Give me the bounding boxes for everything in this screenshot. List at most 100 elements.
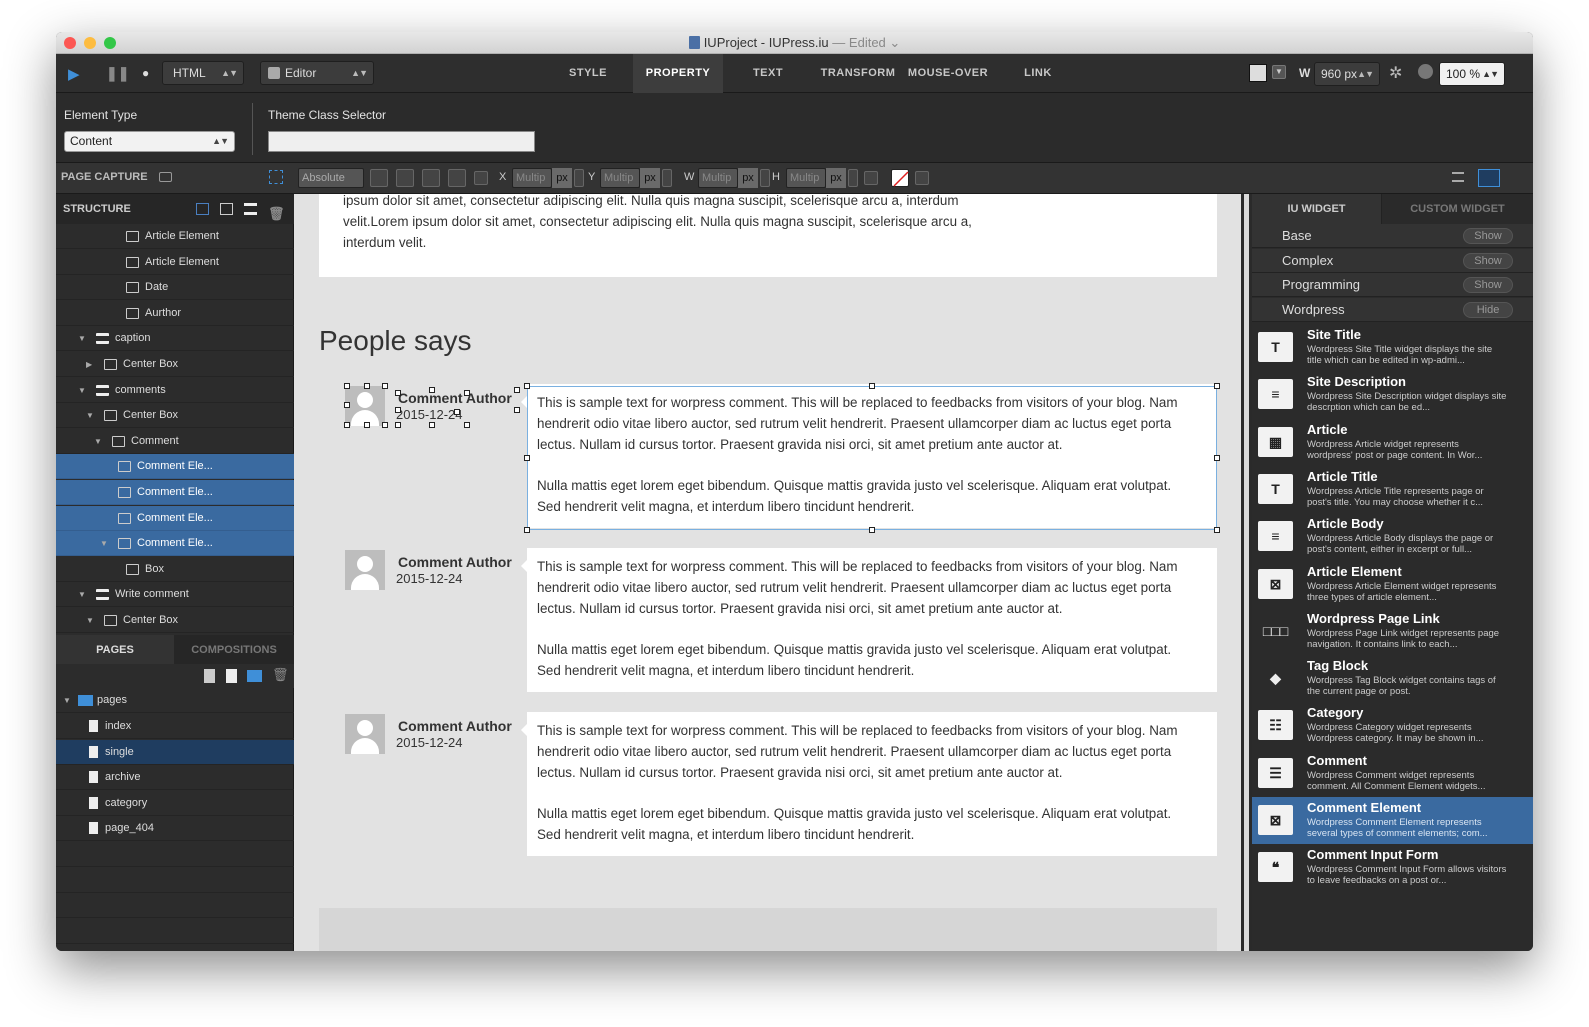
comment-body-box[interactable]: This is sample text for worpress comment… <box>521 548 1217 692</box>
resize-handle[interactable] <box>364 383 370 389</box>
disclosure-triangle-icon[interactable]: ▼ <box>100 531 108 556</box>
y-stepper[interactable] <box>662 169 672 187</box>
frame-icon[interactable] <box>370 169 388 187</box>
structure-item[interactable]: ▶ Center Box <box>56 352 294 377</box>
chevron-down-icon[interactable] <box>915 171 929 185</box>
select-tool-icon[interactable] <box>269 170 283 184</box>
structure-item[interactable]: Aurthor <box>56 301 294 326</box>
resize-handle[interactable] <box>395 422 401 428</box>
widget-item[interactable]: ▦ Article Wordpress Article widget represe… <box>1252 419 1533 466</box>
page-item[interactable]: single <box>56 739 294 765</box>
resize-handle[interactable] <box>344 402 350 408</box>
new-page-icon[interactable] <box>204 669 215 683</box>
resize-handle[interactable] <box>429 387 435 393</box>
trash-icon[interactable]: 🗑 <box>272 667 289 683</box>
structure-item[interactable]: Article Element <box>56 250 294 275</box>
structure-item[interactable]: Box <box>56 557 294 582</box>
comment-author[interactable]: Comment Author <box>398 390 512 406</box>
align-left-icon[interactable] <box>448 169 466 187</box>
structure-item[interactable]: ▼ Center Box <box>56 403 294 429</box>
align-center-icon[interactable] <box>396 169 414 187</box>
resize-handle[interactable] <box>514 407 520 413</box>
structure-item[interactable]: Date <box>56 275 294 301</box>
resize-handle[interactable] <box>364 422 370 428</box>
disclosure-triangle-icon[interactable]: ▶ <box>86 352 92 377</box>
y-unit[interactable]: px <box>640 168 660 188</box>
disclosure-triangle-icon[interactable]: ▼ <box>94 429 102 454</box>
tab-text[interactable]: TEXT <box>723 54 813 93</box>
resize-handle[interactable] <box>344 422 350 428</box>
play-icon[interactable]: ▶ <box>68 65 80 83</box>
scrollbar[interactable] <box>1241 194 1252 951</box>
structure-item[interactable]: Comment Ele... <box>56 454 294 480</box>
widget-category[interactable]: Base Show <box>1252 224 1533 248</box>
resize-handle[interactable] <box>395 390 401 396</box>
widget-category[interactable]: Programming Show <box>1252 273 1533 298</box>
tab-transform[interactable]: TRANSFORM <box>813 54 903 93</box>
widget-item[interactable]: ≡ Site Description Wordpress Site Descript… <box>1252 371 1533 418</box>
tab-link[interactable]: LINK <box>993 54 1083 93</box>
tab-property[interactable]: PROPERTY <box>633 54 723 93</box>
widget-item[interactable]: ≡ Article Body Wordpress Article Body disp… <box>1252 513 1533 560</box>
resize-handle[interactable] <box>869 383 875 389</box>
camera-icon[interactable] <box>159 172 172 182</box>
page-item[interactable]: category <box>56 791 294 816</box>
disclosure-triangle-icon[interactable]: ▼ <box>78 378 86 403</box>
list-view-icon[interactable] <box>1452 172 1464 182</box>
widget-item[interactable]: ☰ Comment Wordpress Comment widget represe… <box>1252 750 1533 797</box>
no-fill-icon[interactable] <box>891 169 909 187</box>
pages-folder[interactable]: ▼ pages <box>56 688 294 713</box>
chevron-down-icon[interactable] <box>474 171 488 185</box>
theme-class-input[interactable] <box>268 131 535 152</box>
design-canvas[interactable]: ipsum dolor sit amet, consectetur adipis… <box>294 194 1241 951</box>
widget-item[interactable]: ◆ Tag Block Wordpress Tag Block widget con… <box>1252 655 1533 702</box>
widget-item[interactable]: T Site Title Wordpress Site Title widget d… <box>1252 324 1533 371</box>
x-input[interactable]: Multip <box>512 168 552 188</box>
structure-item[interactable]: ▼ caption <box>56 326 294 352</box>
tab-custom-widget[interactable]: CUSTOM WIDGET <box>1382 194 1533 224</box>
resize-handle[interactable] <box>869 527 875 533</box>
layout-icon[interactable] <box>196 203 209 215</box>
category-toggle-button[interactable]: Show <box>1463 228 1513 244</box>
tab-style[interactable]: STYLE <box>543 54 633 93</box>
structure-item[interactable]: ▼ Comment <box>56 429 294 454</box>
w-stepper[interactable] <box>760 169 770 187</box>
w-input[interactable]: Multip <box>698 168 738 188</box>
write-comment-box[interactable] <box>319 908 1217 951</box>
x-stepper[interactable] <box>574 169 584 187</box>
structure-item[interactable]: ▼ Center Box <box>56 608 294 633</box>
edited-status[interactable]: — Edited ⌄ <box>832 35 900 50</box>
comment-date[interactable]: 2015-12-24 <box>396 735 463 750</box>
device-icon[interactable] <box>1249 64 1267 82</box>
structure-item[interactable]: ▼ comments <box>56 378 294 403</box>
resize-handle[interactable] <box>382 422 388 428</box>
comment-author[interactable]: Comment Author <box>398 718 512 734</box>
chevron-down-icon[interactable] <box>864 171 878 185</box>
resize-handle[interactable] <box>464 390 470 396</box>
avatar[interactable] <box>345 550 385 590</box>
mode-select[interactable]: Editor ▲▼ <box>260 61 374 85</box>
disclosure-triangle-icon[interactable]: ▼ <box>63 688 71 713</box>
h-stepper[interactable] <box>848 169 858 187</box>
rows-icon[interactable] <box>244 203 257 215</box>
h-input[interactable]: Multip <box>786 168 826 188</box>
structure-item[interactable]: Article Element <box>56 224 294 249</box>
resize-handle[interactable] <box>1214 527 1220 533</box>
position-mode-select[interactable]: Absolute <box>298 168 364 188</box>
disclosure-triangle-icon[interactable]: ▼ <box>86 608 94 633</box>
resize-handle[interactable] <box>1214 383 1220 389</box>
x-unit[interactable]: px <box>552 168 572 188</box>
panel-toggle-icon[interactable] <box>1478 169 1500 187</box>
structure-item[interactable]: ▼ Write comment <box>56 582 294 608</box>
comment-date[interactable]: 2015-12-24 <box>396 407 463 422</box>
folder-icon[interactable] <box>247 670 262 682</box>
page-item[interactable]: index <box>56 714 294 739</box>
widget-item[interactable]: □□□ Wordpress Page Link Wordpress Page Lin… <box>1252 608 1533 655</box>
y-input[interactable]: Multip <box>600 168 640 188</box>
resize-handle[interactable] <box>429 422 435 428</box>
widget-item[interactable]: ❝ Comment Input Form Wordpress Comment Inp… <box>1252 844 1533 891</box>
zoom-window-button[interactable] <box>104 37 116 49</box>
intro-box[interactable]: ipsum dolor sit amet, consectetur adipis… <box>319 194 1217 277</box>
tab-compositions[interactable]: COMPOSITIONS <box>174 635 294 664</box>
resize-handle[interactable] <box>464 422 470 428</box>
